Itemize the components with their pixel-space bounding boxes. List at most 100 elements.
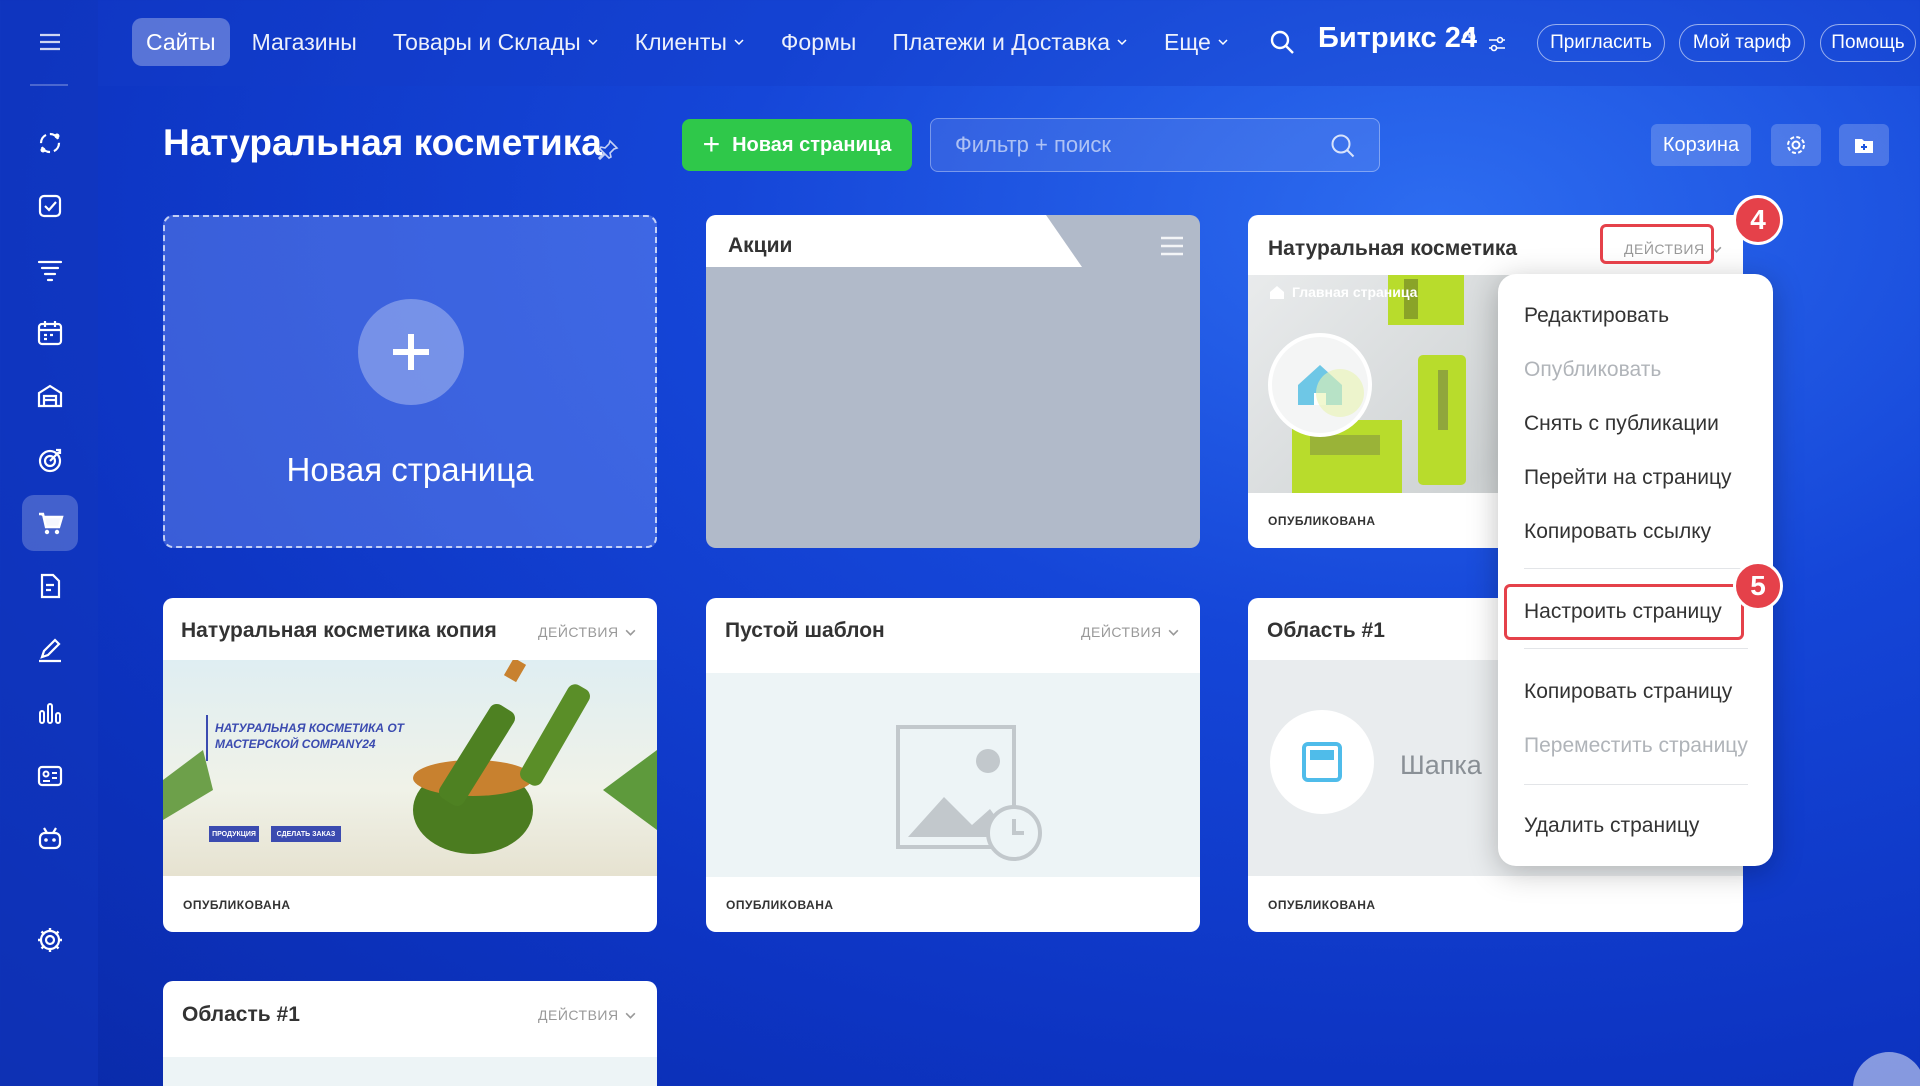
calendar-icon[interactable] [22, 305, 78, 361]
area-label: Шапка [1400, 750, 1482, 780]
sidebar-separator [30, 84, 68, 86]
cart-icon[interactable] [22, 495, 78, 551]
card-title: Область #1 [1267, 619, 1385, 642]
pin-icon[interactable] [596, 138, 620, 162]
nav-item-shops[interactable]: Магазины [238, 18, 371, 66]
my-tariff-button[interactable]: Мой тариф [1679, 24, 1805, 62]
crm-filter-icon[interactable] [22, 242, 78, 298]
menu-separator [1524, 784, 1748, 785]
card-title: Пустой шаблон [725, 619, 885, 642]
menu-icon[interactable] [22, 14, 78, 70]
status-badge: ОПУБЛИКОВАНА [726, 898, 834, 912]
robot-icon[interactable] [22, 811, 78, 867]
cosmetics-banner-image [163, 660, 657, 854]
menu-item-open-page[interactable]: Перейти на страницу [1524, 466, 1732, 490]
invite-button[interactable]: Пригласить [1537, 24, 1665, 62]
area-icon-circle [1270, 710, 1374, 814]
menu-item-edit[interactable]: Редактировать [1524, 304, 1669, 328]
banner-order-button: СДЕЛАТЬ ЗАКАЗ [271, 826, 341, 842]
callout-settings-highlight [1504, 584, 1744, 640]
home-icon [1270, 286, 1284, 299]
hamburger-icon[interactable] [1160, 235, 1184, 257]
activity-stream-icon[interactable] [22, 115, 78, 171]
card-actions-button[interactable]: ДЕЙСТВИЯ [538, 624, 637, 640]
image-placeholder-icon [896, 725, 1042, 861]
step-badge-4: 4 [1733, 195, 1783, 245]
filter-search[interactable] [930, 118, 1380, 172]
banner-text: НАТУРАЛЬНАЯ КОСМЕТИКА ОТ МАСТЕРСКОЙ COMP… [215, 721, 405, 751]
new-page-button[interactable]: + Новая страница [682, 119, 912, 171]
sliders-icon[interactable] [1486, 33, 1508, 55]
card-actions-button[interactable]: ДЕЙСТВИЯ [1081, 624, 1180, 640]
nav-item-forms[interactable]: Формы [767, 18, 870, 66]
folder-add-icon [1855, 139, 1873, 153]
menu-item-copy-page[interactable]: Копировать страницу [1524, 680, 1732, 704]
target-icon[interactable] [22, 432, 78, 488]
card-actions-button[interactable]: ДЕЙСТВИЯ [538, 1007, 637, 1023]
page-card-copy[interactable]: Натуральная косметика копия ДЕЙСТВИЯ НАТ… [163, 598, 657, 932]
status-badge: ОПУБЛИКОВАНА [183, 898, 291, 912]
step-badge-5: 5 [1733, 561, 1783, 611]
card-preview [706, 673, 1200, 877]
nav-item-payments[interactable]: Платежи и Доставка [878, 18, 1142, 66]
search-icon[interactable] [1329, 132, 1357, 160]
chevron-down-icon [588, 39, 598, 46]
left-sidebar [0, 0, 98, 1086]
card-preview [163, 1057, 657, 1086]
chevron-down-icon [1218, 39, 1228, 46]
inventory-icon[interactable] [22, 368, 78, 424]
header-block-icon [1302, 742, 1342, 782]
tasks-icon[interactable] [22, 178, 78, 234]
chevron-down-icon [625, 629, 636, 636]
add-circle [358, 299, 464, 405]
analytics-icon[interactable] [22, 685, 78, 741]
folder-body [706, 267, 1200, 548]
plus-icon [393, 334, 429, 370]
settings-icon[interactable] [22, 912, 78, 968]
menu-separator [1524, 648, 1748, 649]
status-badge: ОПУБЛИКОВАНА [1268, 898, 1376, 912]
page-card-empty[interactable]: Пустой шаблон ДЕЙСТВИЯ ОПУБЛИКОВАНА [706, 598, 1200, 932]
nav-item-clients[interactable]: Клиенты [621, 18, 759, 66]
search-input[interactable] [931, 119, 1291, 171]
gear-icon [1787, 136, 1805, 154]
card-title: Натуральная косметика [1268, 237, 1518, 260]
menu-item-publish: Опубликовать [1524, 358, 1662, 381]
trash-button[interactable]: Корзина [1651, 124, 1751, 166]
chevron-down-icon [734, 39, 744, 46]
folder-card-promo[interactable]: Акции [706, 215, 1200, 548]
chevron-down-icon [1117, 39, 1127, 46]
settings-button[interactable] [1771, 124, 1821, 166]
banner-products-button: ПРОДУКЦИЯ [209, 826, 259, 842]
page-card-area2[interactable]: Область #1 ДЕЙСТВИЯ [163, 981, 657, 1086]
clock-icon [1462, 30, 1476, 44]
menu-item-delete-page[interactable]: Удалить страницу [1524, 814, 1699, 838]
plus-icon: + [702, 128, 721, 161]
page-title: Натуральная косметика [163, 122, 602, 163]
preview-breadcrumb: Главная страница [1268, 283, 1417, 301]
contact-card-icon[interactable] [22, 748, 78, 804]
chat-button[interactable] [1853, 1052, 1920, 1086]
status-badge: ОПУБЛИКОВАНА [1268, 514, 1376, 528]
new-page-card[interactable]: Новая страница [163, 215, 657, 548]
card-preview: НАТУРАЛЬНАЯ КОСМЕТИКА ОТ МАСТЕРСКОЙ COMP… [163, 660, 657, 876]
card-title: Область #1 [182, 1003, 300, 1026]
new-folder-button[interactable] [1839, 124, 1889, 166]
chevron-down-icon [1168, 629, 1179, 636]
nav-item-more[interactable]: Еще [1150, 18, 1243, 66]
actions-dropdown-menu: Редактировать Опубликовать Снять с публи… [1498, 274, 1773, 866]
menu-item-unpublish[interactable]: Снять с публикации [1524, 412, 1719, 436]
callout-actions-highlight [1600, 224, 1714, 264]
top-nav: Сайты Магазины Товары и Склады Клиенты Ф… [132, 18, 1251, 66]
help-button[interactable]: Помощь [1820, 24, 1916, 62]
nav-item-products[interactable]: Товары и Склады [379, 18, 613, 66]
brand-logo[interactable]: Битрикс 24 [1318, 22, 1477, 55]
nav-item-sites[interactable]: Сайты [132, 18, 230, 66]
chevron-down-icon [625, 1012, 636, 1019]
documents-icon[interactable] [22, 558, 78, 614]
folder-title: Акции [728, 234, 793, 257]
signature-icon[interactable] [22, 622, 78, 678]
menu-item-move-page: Переместить страницу [1524, 734, 1748, 757]
search-icon[interactable] [1268, 28, 1296, 56]
menu-item-copy-link[interactable]: Копировать ссылку [1524, 520, 1711, 544]
